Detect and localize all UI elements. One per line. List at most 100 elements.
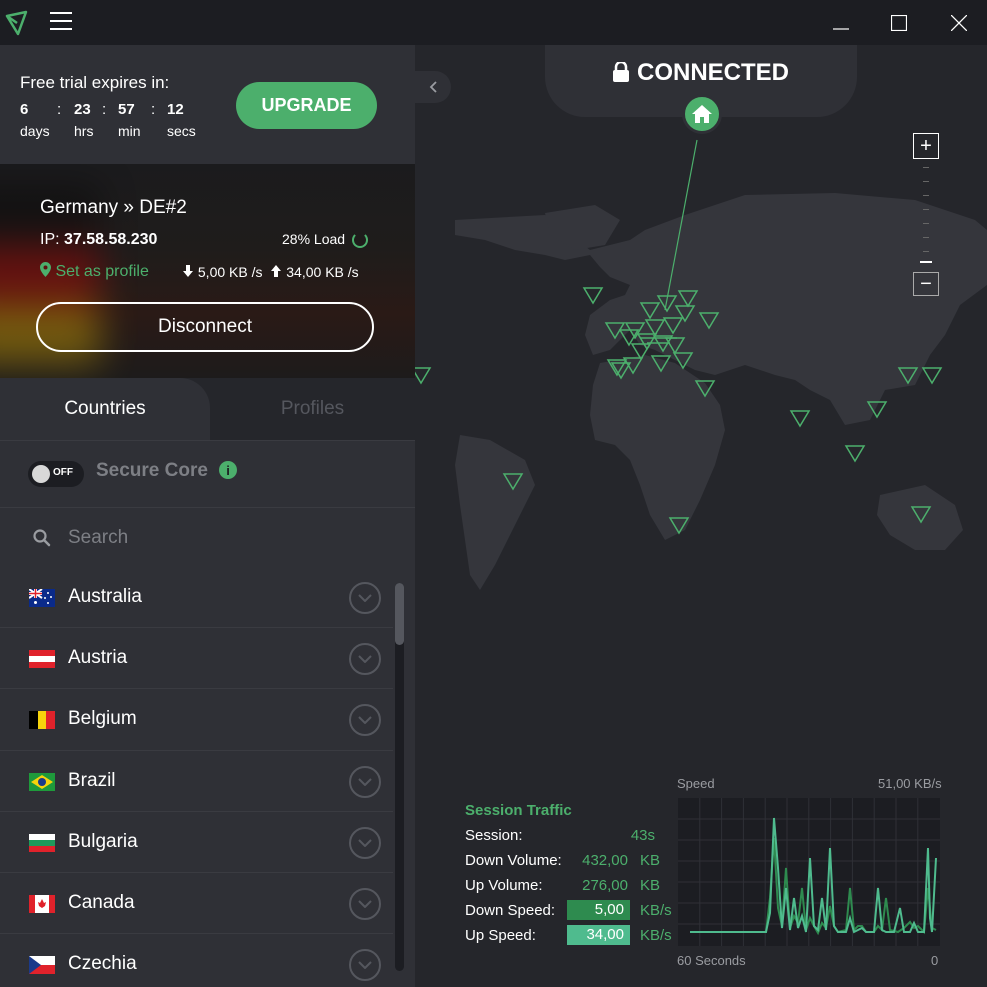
- country-list-scrollbar[interactable]: [395, 583, 404, 971]
- country-name: Austria: [68, 647, 128, 669]
- chevron-down-icon[interactable]: [349, 582, 381, 614]
- down-speed-value: 5,00: [567, 900, 630, 920]
- up-volume-label: Up Volume:: [465, 877, 543, 894]
- zoom-out-button[interactable]: −: [913, 272, 939, 296]
- zoom-level-indicator[interactable]: [920, 261, 932, 263]
- chevron-down-icon[interactable]: [349, 826, 381, 859]
- trial-title: Free trial expires in:: [20, 73, 170, 92]
- flag-czechia-icon: [29, 956, 55, 975]
- disconnect-button[interactable]: Disconnect: [36, 302, 374, 352]
- world-map[interactable]: CONNECTED + − Session Traffic Session: 4…: [415, 45, 987, 987]
- graph-x-end-label: 0: [931, 953, 939, 968]
- country-name: Brazil: [68, 769, 116, 791]
- down-volume-unit: KB: [640, 852, 661, 869]
- secure-core-toggle[interactable]: OFF: [28, 461, 84, 487]
- protonvpn-logo-icon[interactable]: [4, 8, 30, 38]
- server-marker-icon[interactable]: [630, 343, 652, 361]
- scrollbar-thumb[interactable]: [395, 583, 404, 645]
- list-item[interactable]: Czechia: [0, 934, 393, 987]
- zoom-tick: [923, 251, 929, 252]
- server-marker-icon[interactable]: [897, 367, 919, 385]
- zoom-tick: [923, 223, 929, 224]
- countdown-hours-value: 23: [74, 101, 91, 118]
- chevron-down-icon[interactable]: [349, 887, 381, 920]
- server-marker-icon[interactable]: [844, 445, 866, 463]
- server-marker-icon[interactable]: [644, 319, 666, 337]
- server-marker-icon[interactable]: [502, 473, 524, 491]
- hamburger-icon[interactable]: [50, 12, 72, 32]
- maximize-icon[interactable]: [876, 0, 921, 45]
- countdown-days-unit: days: [20, 123, 50, 139]
- set-as-profile-link[interactable]: Set as profile: [40, 262, 149, 281]
- server-marker-icon[interactable]: [672, 352, 694, 370]
- graph-x-start-label: 60 Seconds: [677, 953, 746, 968]
- chevron-down-icon[interactable]: [349, 704, 381, 737]
- secure-core-row: OFF Secure Core i: [0, 440, 415, 508]
- list-item[interactable]: Belgium: [0, 689, 393, 751]
- up-speed-value: 34,00: [567, 925, 630, 945]
- up-speed-unit: KB/s: [640, 927, 672, 944]
- server-marker-icon[interactable]: [698, 312, 720, 330]
- up-volume-unit: KB: [640, 877, 661, 894]
- minimize-icon[interactable]: [818, 0, 863, 45]
- list-item[interactable]: Australia: [0, 567, 393, 629]
- up-volume-value: 276,00: [582, 877, 628, 894]
- ip-label: IP:: [40, 231, 60, 248]
- zoom-tick: [923, 209, 929, 210]
- upgrade-button[interactable]: UPGRADE: [236, 82, 377, 129]
- down-speed-unit: KB/s: [640, 902, 672, 919]
- list-item[interactable]: Bulgaria: [0, 812, 393, 873]
- toggle-state: OFF: [53, 467, 73, 478]
- info-icon[interactable]: i: [219, 461, 237, 479]
- server-load: 28% Load: [282, 231, 346, 247]
- server-marker-icon[interactable]: [677, 290, 699, 308]
- collapse-sidebar-button[interactable]: [415, 71, 451, 103]
- search-input[interactable]: [68, 524, 388, 552]
- tab-countries[interactable]: Countries: [0, 378, 210, 440]
- connection-speeds: 5,00 KB /s 34,00 KB /s: [182, 264, 359, 280]
- zoom-tick: [923, 167, 929, 168]
- status-label: CONNECTED: [545, 59, 857, 87]
- server-marker-icon[interactable]: [921, 367, 943, 385]
- countdown-separator: :: [151, 101, 156, 118]
- countdown-separator: :: [57, 101, 62, 118]
- server-marker-icon[interactable]: [639, 302, 661, 320]
- ip-address: IP: 37.58.58.230: [40, 231, 157, 249]
- server-marker-icon[interactable]: [866, 401, 888, 419]
- up-speed-label: Up Speed:: [465, 927, 536, 944]
- home-icon[interactable]: [682, 94, 722, 134]
- server-marker-icon[interactable]: [415, 367, 432, 385]
- list-item[interactable]: Canada: [0, 873, 393, 935]
- server-marker-icon[interactable]: [694, 380, 716, 398]
- tab-profiles[interactable]: Profiles: [210, 378, 415, 440]
- server-marker-icon[interactable]: [650, 355, 672, 373]
- country-name: Czechia: [68, 953, 137, 975]
- server-marker-icon[interactable]: [582, 287, 604, 305]
- server-marker-icon[interactable]: [668, 517, 690, 535]
- chevron-down-icon[interactable]: [349, 643, 381, 676]
- down-volume-value: 432,00: [582, 852, 628, 869]
- server-marker-icon[interactable]: [656, 295, 678, 313]
- down-speed-label: Down Speed:: [465, 902, 556, 919]
- chevron-down-icon[interactable]: [349, 949, 381, 982]
- zoom-tick: [923, 181, 929, 182]
- speed-graph: [678, 798, 940, 946]
- countdown-minutes-value: 57: [118, 101, 135, 118]
- secure-core-label: Secure Core: [96, 460, 208, 481]
- server-marker-icon[interactable]: [789, 410, 811, 428]
- load-ring-icon: [352, 232, 368, 248]
- server-marker-icon[interactable]: [662, 317, 684, 335]
- list-item[interactable]: Brazil: [0, 751, 393, 812]
- close-icon[interactable]: [936, 0, 981, 45]
- status-text: CONNECTED: [636, 59, 789, 86]
- chevron-down-icon[interactable]: [349, 765, 381, 798]
- server-marker-cluster: [640, 337, 677, 344]
- zoom-in-button[interactable]: +: [913, 133, 939, 159]
- up-speed: 34,00 KB /s: [286, 264, 359, 280]
- list-item[interactable]: Austria: [0, 628, 393, 690]
- countdown-separator: :: [102, 101, 107, 118]
- arrow-up-icon: [271, 265, 282, 277]
- down-volume-label: Down Volume:: [465, 852, 562, 869]
- title-bar: [0, 0, 987, 45]
- server-marker-icon[interactable]: [910, 506, 932, 524]
